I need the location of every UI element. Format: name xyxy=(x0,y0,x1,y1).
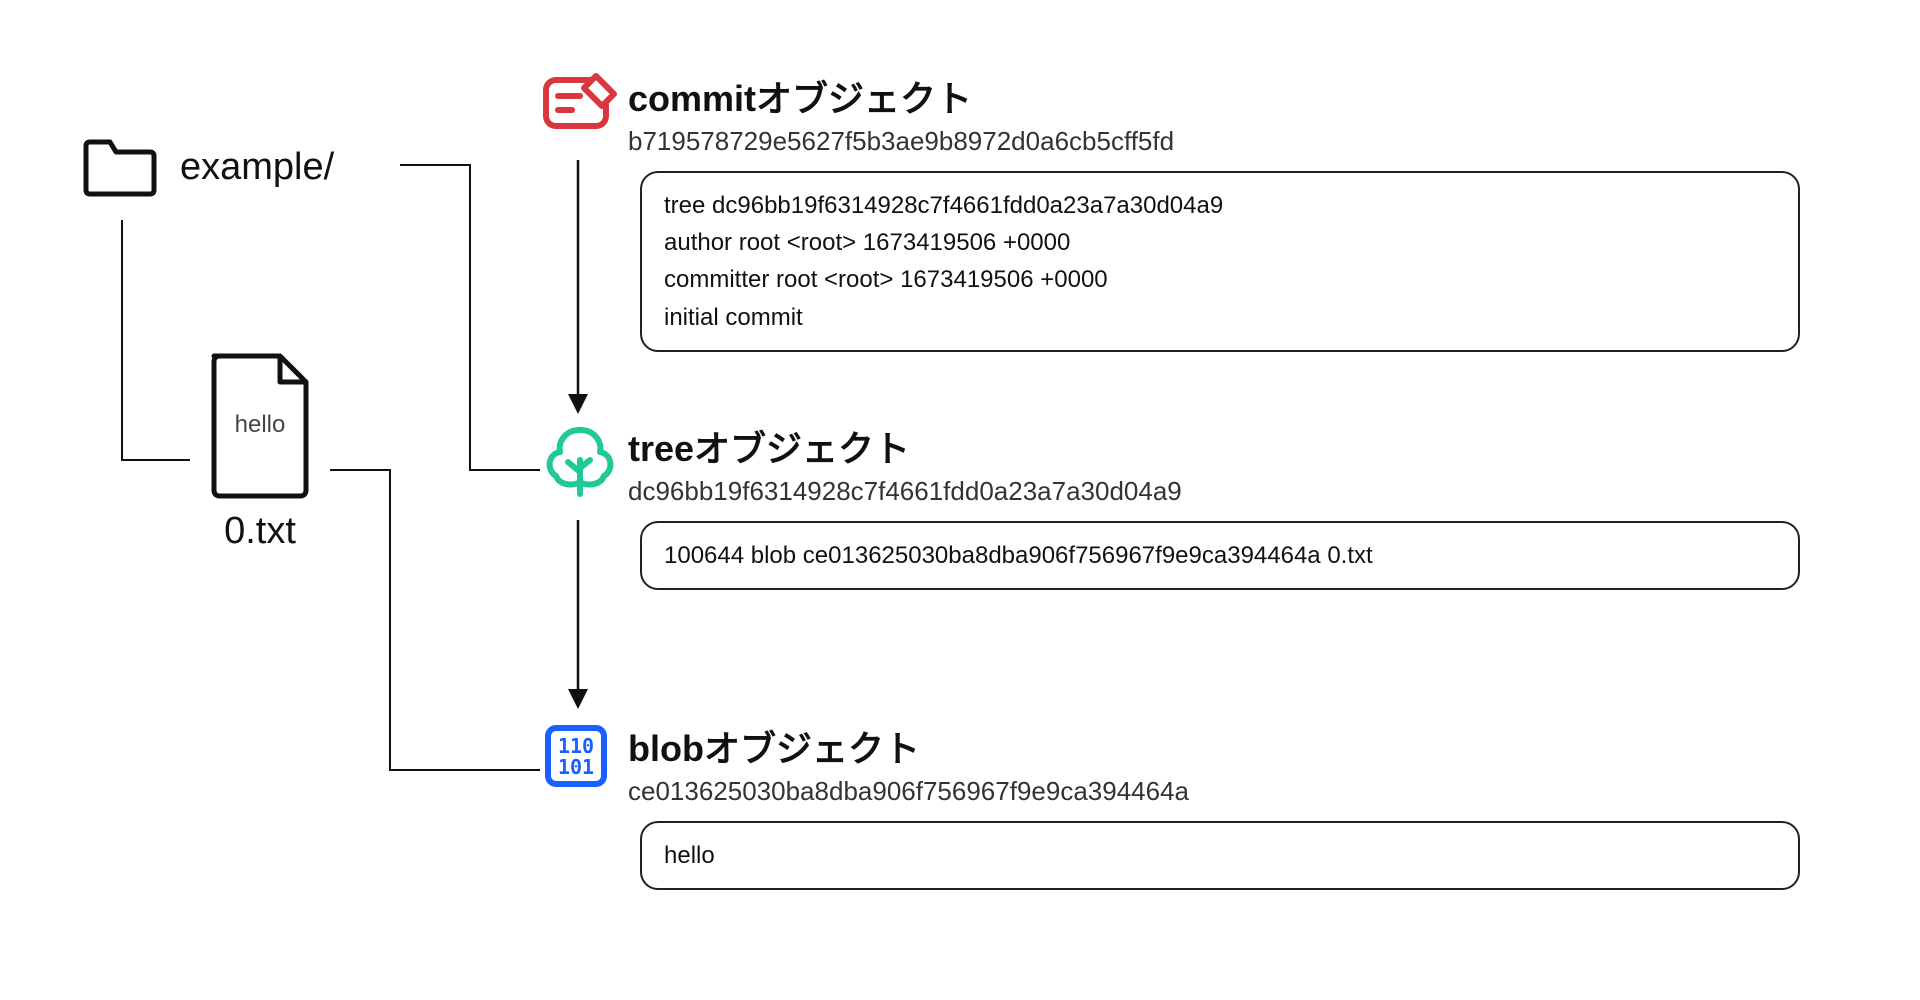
commit-object: commitオブジェクト b719578729e5627f5b3ae9b8972… xyxy=(640,70,1800,352)
blob-icon: 110 101 xyxy=(540,779,612,796)
tree-body: 100644 blob ce013625030ba8dba906f756967f… xyxy=(640,521,1800,590)
file-content-text: hello xyxy=(200,350,320,500)
commit-icon xyxy=(540,121,620,138)
blob-object: 110 101 blobオブジェクト ce013625030ba8dba906f… xyxy=(640,720,1800,890)
tree-hash: dc96bb19f6314928c7f4661fdd0a23a7a30d04a9 xyxy=(628,476,1182,507)
commit-body: tree dc96bb19f6314928c7f4661fdd0a23a7a30… xyxy=(640,171,1800,352)
tree-title: treeオブジェクト xyxy=(628,420,1182,472)
folder-icon xyxy=(80,130,160,205)
file-block: hello 0.txt xyxy=(200,350,320,553)
diagram-canvas: example/ hello 0.txt xyxy=(80,40,1840,960)
svg-text:101: 101 xyxy=(558,755,594,779)
file-label: 0.txt xyxy=(200,510,320,553)
filesystem-panel: example/ hello 0.txt xyxy=(80,130,334,205)
blob-hash: ce013625030ba8dba906f756967f9e9ca394464a xyxy=(628,776,1189,807)
folder-label: example/ xyxy=(180,146,334,189)
folder-row: example/ xyxy=(80,130,334,205)
commit-hash: b719578729e5627f5b3ae9b8972d0a6cb5cff5fd xyxy=(628,126,1174,157)
tree-icon xyxy=(540,487,620,504)
blob-title: blobオブジェクト xyxy=(628,720,1189,772)
blob-body: hello xyxy=(640,821,1800,890)
tree-object: treeオブジェクト dc96bb19f6314928c7f4661fdd0a2… xyxy=(640,420,1800,590)
commit-title: commitオブジェクト xyxy=(628,70,1174,122)
